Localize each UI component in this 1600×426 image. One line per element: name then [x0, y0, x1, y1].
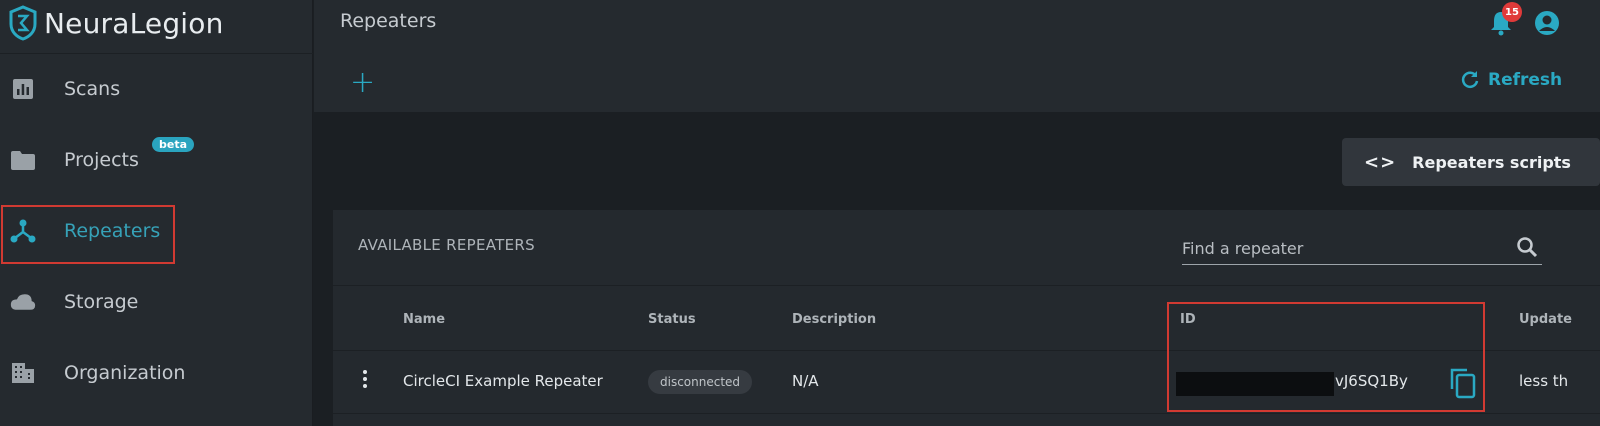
search-icon[interactable] [1516, 236, 1538, 262]
highlight-box [1167, 302, 1485, 412]
repeaters-scripts-label: Repeaters scripts [1412, 152, 1571, 172]
repeaters-card: AVAILABLE REPEATERS Name Status Descript… [333, 210, 1600, 426]
row-menu-icon[interactable] [363, 370, 367, 388]
sidebar-item-label: Storage [64, 291, 139, 313]
beta-badge: beta [152, 137, 195, 152]
search-input[interactable] [1182, 233, 1502, 263]
add-repeater-button[interactable]: + [350, 68, 375, 98]
user-account-icon[interactable] [1534, 10, 1560, 40]
sidebar-item-label: Scans [64, 78, 121, 100]
repeater-name: CircleCI Example Repeater [403, 372, 603, 390]
repeater-updated: less th [1519, 372, 1569, 390]
divider [0, 53, 313, 54]
column-header-name[interactable]: Name [403, 312, 445, 327]
column-header-updated[interactable]: Update [1519, 312, 1572, 327]
refresh-icon [1461, 71, 1479, 88]
refresh-label: Refresh [1488, 70, 1563, 90]
sidebar: NeuraLegion Scans Projects beta Repeater… [0, 0, 313, 426]
logo[interactable]: NeuraLegion [8, 0, 224, 46]
sidebar-item-label: Organization [64, 362, 186, 384]
highlight-box [1, 205, 175, 264]
sidebar-item-storage[interactable]: Storage [0, 271, 313, 333]
search-field [1182, 233, 1542, 265]
card-title: AVAILABLE REPEATERS [358, 236, 535, 254]
notification-badge: 15 [1502, 2, 1522, 22]
repeater-description: N/A [792, 372, 819, 390]
column-header-description[interactable]: Description [792, 312, 876, 327]
sidebar-item-scans[interactable]: Scans [0, 58, 313, 120]
sidebar-item-projects[interactable]: Projects beta [0, 129, 313, 191]
page-title: Repeaters [340, 10, 437, 32]
building-icon [10, 360, 36, 386]
cloud-icon [10, 289, 36, 315]
code-icon: <> [1364, 151, 1397, 173]
header: Repeaters 15 + Refresh [314, 0, 1600, 112]
column-header-status[interactable]: Status [648, 312, 696, 327]
folder-icon [10, 147, 36, 173]
sidebar-item-organization[interactable]: Organization [0, 342, 313, 404]
repeaters-scripts-button[interactable]: <> Repeaters scripts [1342, 138, 1600, 186]
status-badge: disconnected [648, 370, 753, 394]
sidebar-item-label: Projects [64, 149, 139, 171]
bar-chart-icon [10, 76, 36, 102]
neuralegion-logo-icon [9, 5, 37, 41]
refresh-button[interactable]: Refresh [1460, 70, 1562, 90]
brand-name: NeuraLegion [44, 6, 224, 40]
